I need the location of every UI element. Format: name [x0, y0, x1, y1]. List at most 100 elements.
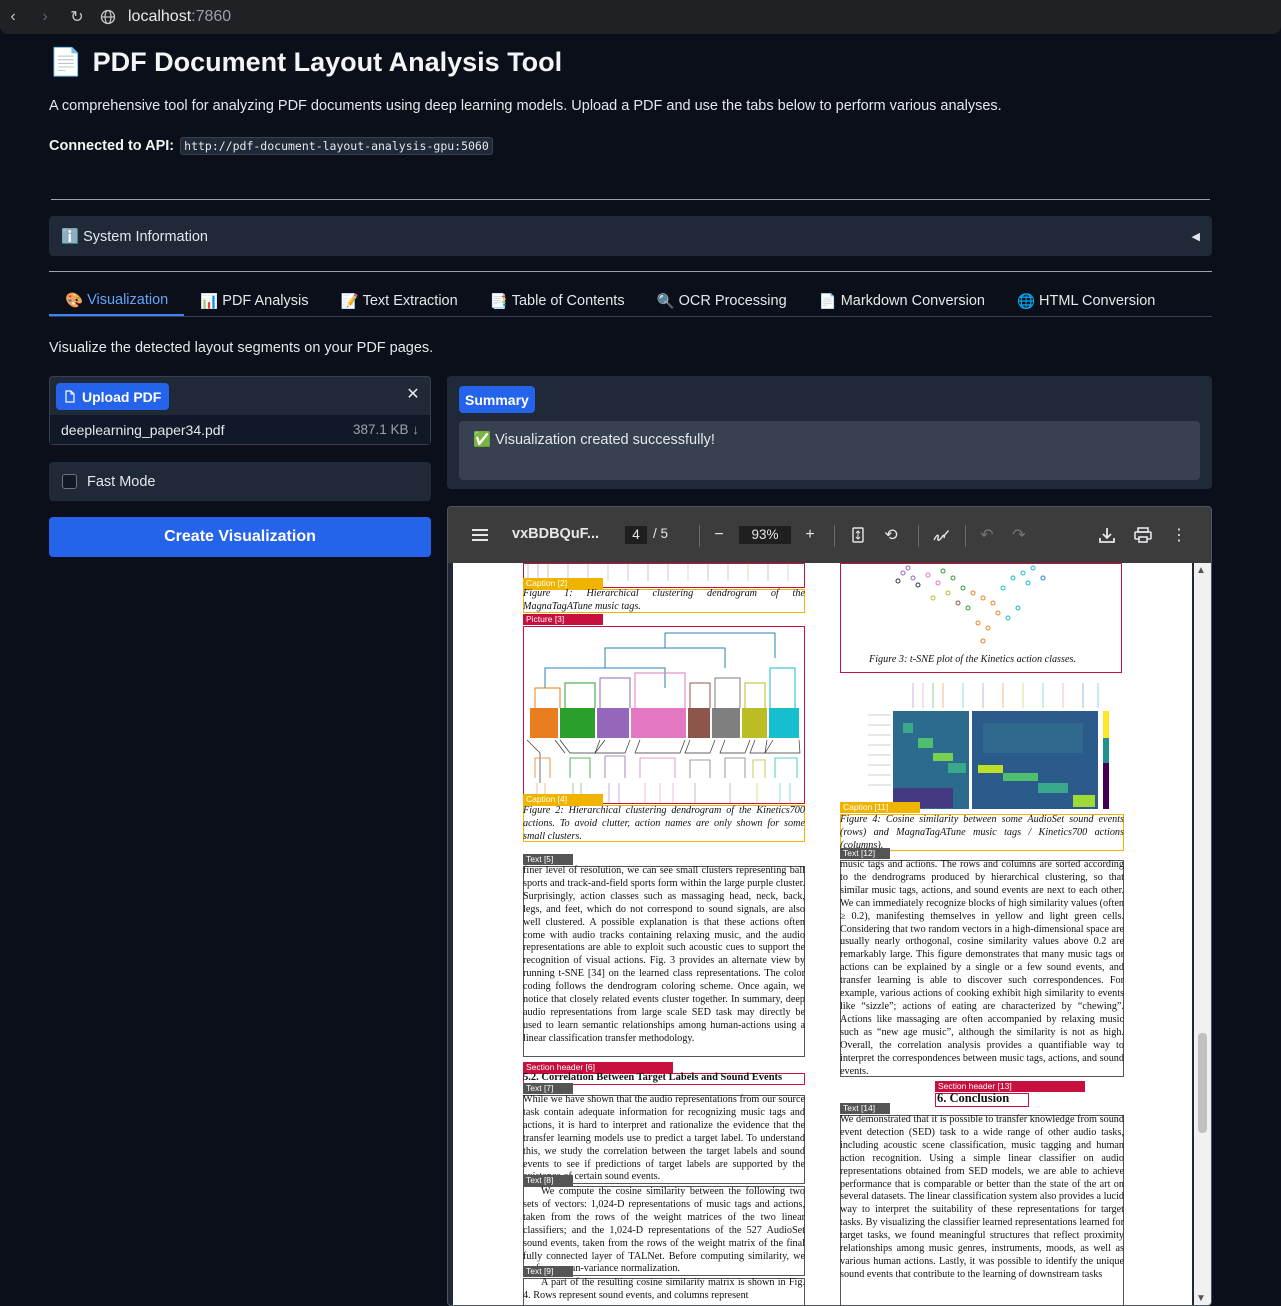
segment-tag-text-7: Text [7]	[523, 1083, 573, 1094]
pdf-scrollbar[interactable]: ▲ ▼	[1194, 563, 1211, 1305]
app-description: A comprehensive tool for analyzing PDF d…	[49, 98, 1002, 114]
divider	[51, 199, 1210, 200]
divider	[965, 525, 966, 547]
paragraph-text-8: We compute the cosine similarity between…	[523, 1186, 805, 1275]
tab-label: Markdown Conversion	[840, 293, 985, 309]
tab-label: PDF Analysis	[222, 293, 309, 309]
fast-mode-label: Fast Mode	[87, 473, 156, 490]
forward-icon[interactable]: ›	[34, 6, 56, 28]
fast-mode-checkbox[interactable]	[62, 474, 77, 489]
page-total: / 5	[653, 526, 669, 541]
tab-label: HTML Conversion	[1039, 293, 1156, 309]
pdf-viewer: vxBDBQuF... 4 / 5 − 93% + ⟲ ↶ ↷ ⋮ Captio…	[447, 506, 1212, 1306]
scrollbar-thumb[interactable]	[1198, 1033, 1207, 1133]
document-icon: 📄	[49, 47, 83, 77]
visualization-description: Visualize the detected layout segments o…	[49, 340, 434, 356]
scroll-up-icon[interactable]: ▲	[1196, 565, 1206, 576]
redo-icon[interactable]: ↷	[1009, 525, 1029, 545]
globe-icon: 🌐	[1016, 293, 1036, 310]
url-port: :7860	[191, 8, 232, 25]
info-icon: ℹ️	[61, 228, 80, 245]
figure-3-caption: Figure 3: t-SNE plot of the Kinetics act…	[869, 654, 1077, 665]
tab-markdown-conversion[interactable]: 📄 Markdown Conversion	[803, 286, 1001, 316]
create-visualization-button[interactable]: Create Visualization	[49, 517, 431, 557]
figure-4-heatmap	[868, 683, 1109, 809]
divider	[699, 525, 700, 547]
file-icon	[65, 390, 75, 403]
api-connection: Connected to API: http://pdf-document-la…	[49, 137, 493, 155]
download-icon[interactable]	[1097, 525, 1117, 545]
tab-text-extraction[interactable]: 📝 Text Extraction	[325, 286, 474, 316]
api-url: http://pdf-document-layout-analysis-gpu:…	[180, 137, 493, 155]
segment-tag-caption-4: Caption [4]	[523, 794, 603, 805]
tab-html-conversion[interactable]: 🌐 HTML Conversion	[1001, 286, 1171, 316]
section-header-conclusion: 6. Conclusion	[937, 1091, 1010, 1105]
tab-label: Visualization	[87, 292, 169, 308]
zoom-in-icon[interactable]: +	[800, 525, 820, 545]
figure-4-caption: Figure 4: Cosine similarity between some…	[840, 814, 1124, 850]
scroll-down-icon[interactable]: ▼	[1196, 1293, 1206, 1304]
segment-tag-text-12: Text [12]	[840, 848, 890, 859]
paragraph-text-14: We demonstrated that it is possible to t…	[840, 1114, 1124, 1280]
paragraph-text-12: music tags and actions. The rows and col…	[840, 859, 1124, 1077]
annotate-pen-icon[interactable]	[931, 525, 951, 545]
palette-icon: 🎨	[65, 292, 84, 309]
tab-ocr-processing[interactable]: 🔍 OCR Processing	[641, 286, 803, 316]
pdf-page: Caption [2] Figure 1: Hierarchical clust…	[453, 563, 1192, 1305]
close-icon[interactable]: ✕	[400, 381, 426, 407]
back-icon[interactable]: ‹	[2, 6, 24, 28]
zoom-level-input[interactable]: 93%	[739, 526, 791, 544]
address-bar[interactable]: localhost:7860	[100, 8, 231, 26]
figure-2-dendrogram	[526, 632, 801, 803]
segment-tag-text-5: Text [5]	[523, 854, 573, 865]
globe-icon	[100, 9, 116, 25]
figure-2-caption: Figure 2: Hierarchical clustering dendro…	[523, 805, 805, 842]
tab-pdf-analysis[interactable]: 📊 PDF Analysis	[184, 286, 324, 316]
divider	[834, 525, 835, 547]
menu-icon[interactable]	[470, 525, 490, 545]
section-header-5-2: 5.2. Correlation Between Target Labels a…	[523, 1072, 783, 1083]
undo-icon[interactable]: ↶	[977, 525, 997, 545]
segment-tag-picture-3: Picture [3]	[523, 614, 603, 625]
tab-label: OCR Processing	[678, 293, 787, 309]
upload-pdf-text: Upload PDF	[82, 388, 162, 405]
system-information-accordion[interactable]: ℹ️ System Information ◀	[49, 216, 1212, 256]
page-number-input[interactable]: 4	[625, 526, 647, 544]
fast-mode-checkbox-row[interactable]: Fast Mode	[49, 462, 431, 501]
figure-1-caption: Figure 1: Hierarchical clustering dendro…	[523, 588, 805, 612]
pdf-upload-box[interactable]: Upload PDF ✕ deeplearning_paper34.pdf 38…	[49, 376, 431, 445]
rotate-icon[interactable]: ⟲	[881, 525, 901, 545]
api-label: Connected to API:	[49, 138, 175, 154]
chart-icon: 📊	[200, 293, 219, 310]
summary-label: Summary	[459, 386, 535, 413]
tab-label: Table of Contents	[511, 293, 625, 309]
divider	[918, 525, 919, 547]
pdf-viewer-toolbar: vxBDBQuF... 4 / 5 − 93% + ⟲ ↶ ↷ ⋮	[448, 507, 1211, 563]
paragraph-text-7: While we have shown that the audio repre…	[523, 1094, 805, 1183]
zoom-out-icon[interactable]: −	[709, 525, 729, 545]
print-icon[interactable]	[1133, 525, 1153, 545]
tab-table-of-contents[interactable]: 📑 Table of Contents	[474, 286, 641, 316]
fit-page-icon[interactable]	[848, 525, 868, 545]
summary-panel: Summary ✅ Visualization created successf…	[447, 376, 1212, 489]
magnifier-icon: 🔍	[656, 293, 675, 310]
file-size[interactable]: 387.1 KB ↓	[353, 422, 419, 437]
paragraph-text-9: A part of the resulting cosine similarit…	[523, 1277, 805, 1301]
figure-3-tsne-scatter	[895, 565, 1046, 644]
segment-tag-text-9: Text [9]	[523, 1266, 573, 1277]
viewer-file-name: vxBDBQuF...	[512, 526, 600, 542]
reload-icon[interactable]: ↻	[66, 6, 88, 28]
browser-toolbar: ‹ › ↻ localhost:7860	[0, 0, 1281, 34]
system-information-text: System Information	[83, 228, 209, 245]
file-name[interactable]: deeplearning_paper34.pdf	[61, 422, 224, 438]
page-icon: 📄	[818, 293, 837, 310]
tab-visualization[interactable]: 🎨 Visualization	[49, 286, 185, 316]
segment-tag-text-14: Text [14]	[840, 1103, 890, 1114]
page-title: 📄 PDF Document Layout Analysis Tool	[49, 46, 562, 78]
memo-icon: 📝	[340, 293, 359, 310]
url-host: localhost	[128, 8, 192, 25]
more-vert-icon[interactable]: ⋮	[1169, 525, 1189, 545]
summary-textbox[interactable]: ✅ Visualization created successfully!	[459, 421, 1200, 480]
tab-bar: 🎨 Visualization 📊 PDF Analysis 📝 Text Extra…	[49, 286, 1212, 317]
tab-label: Text Extraction	[362, 293, 458, 309]
